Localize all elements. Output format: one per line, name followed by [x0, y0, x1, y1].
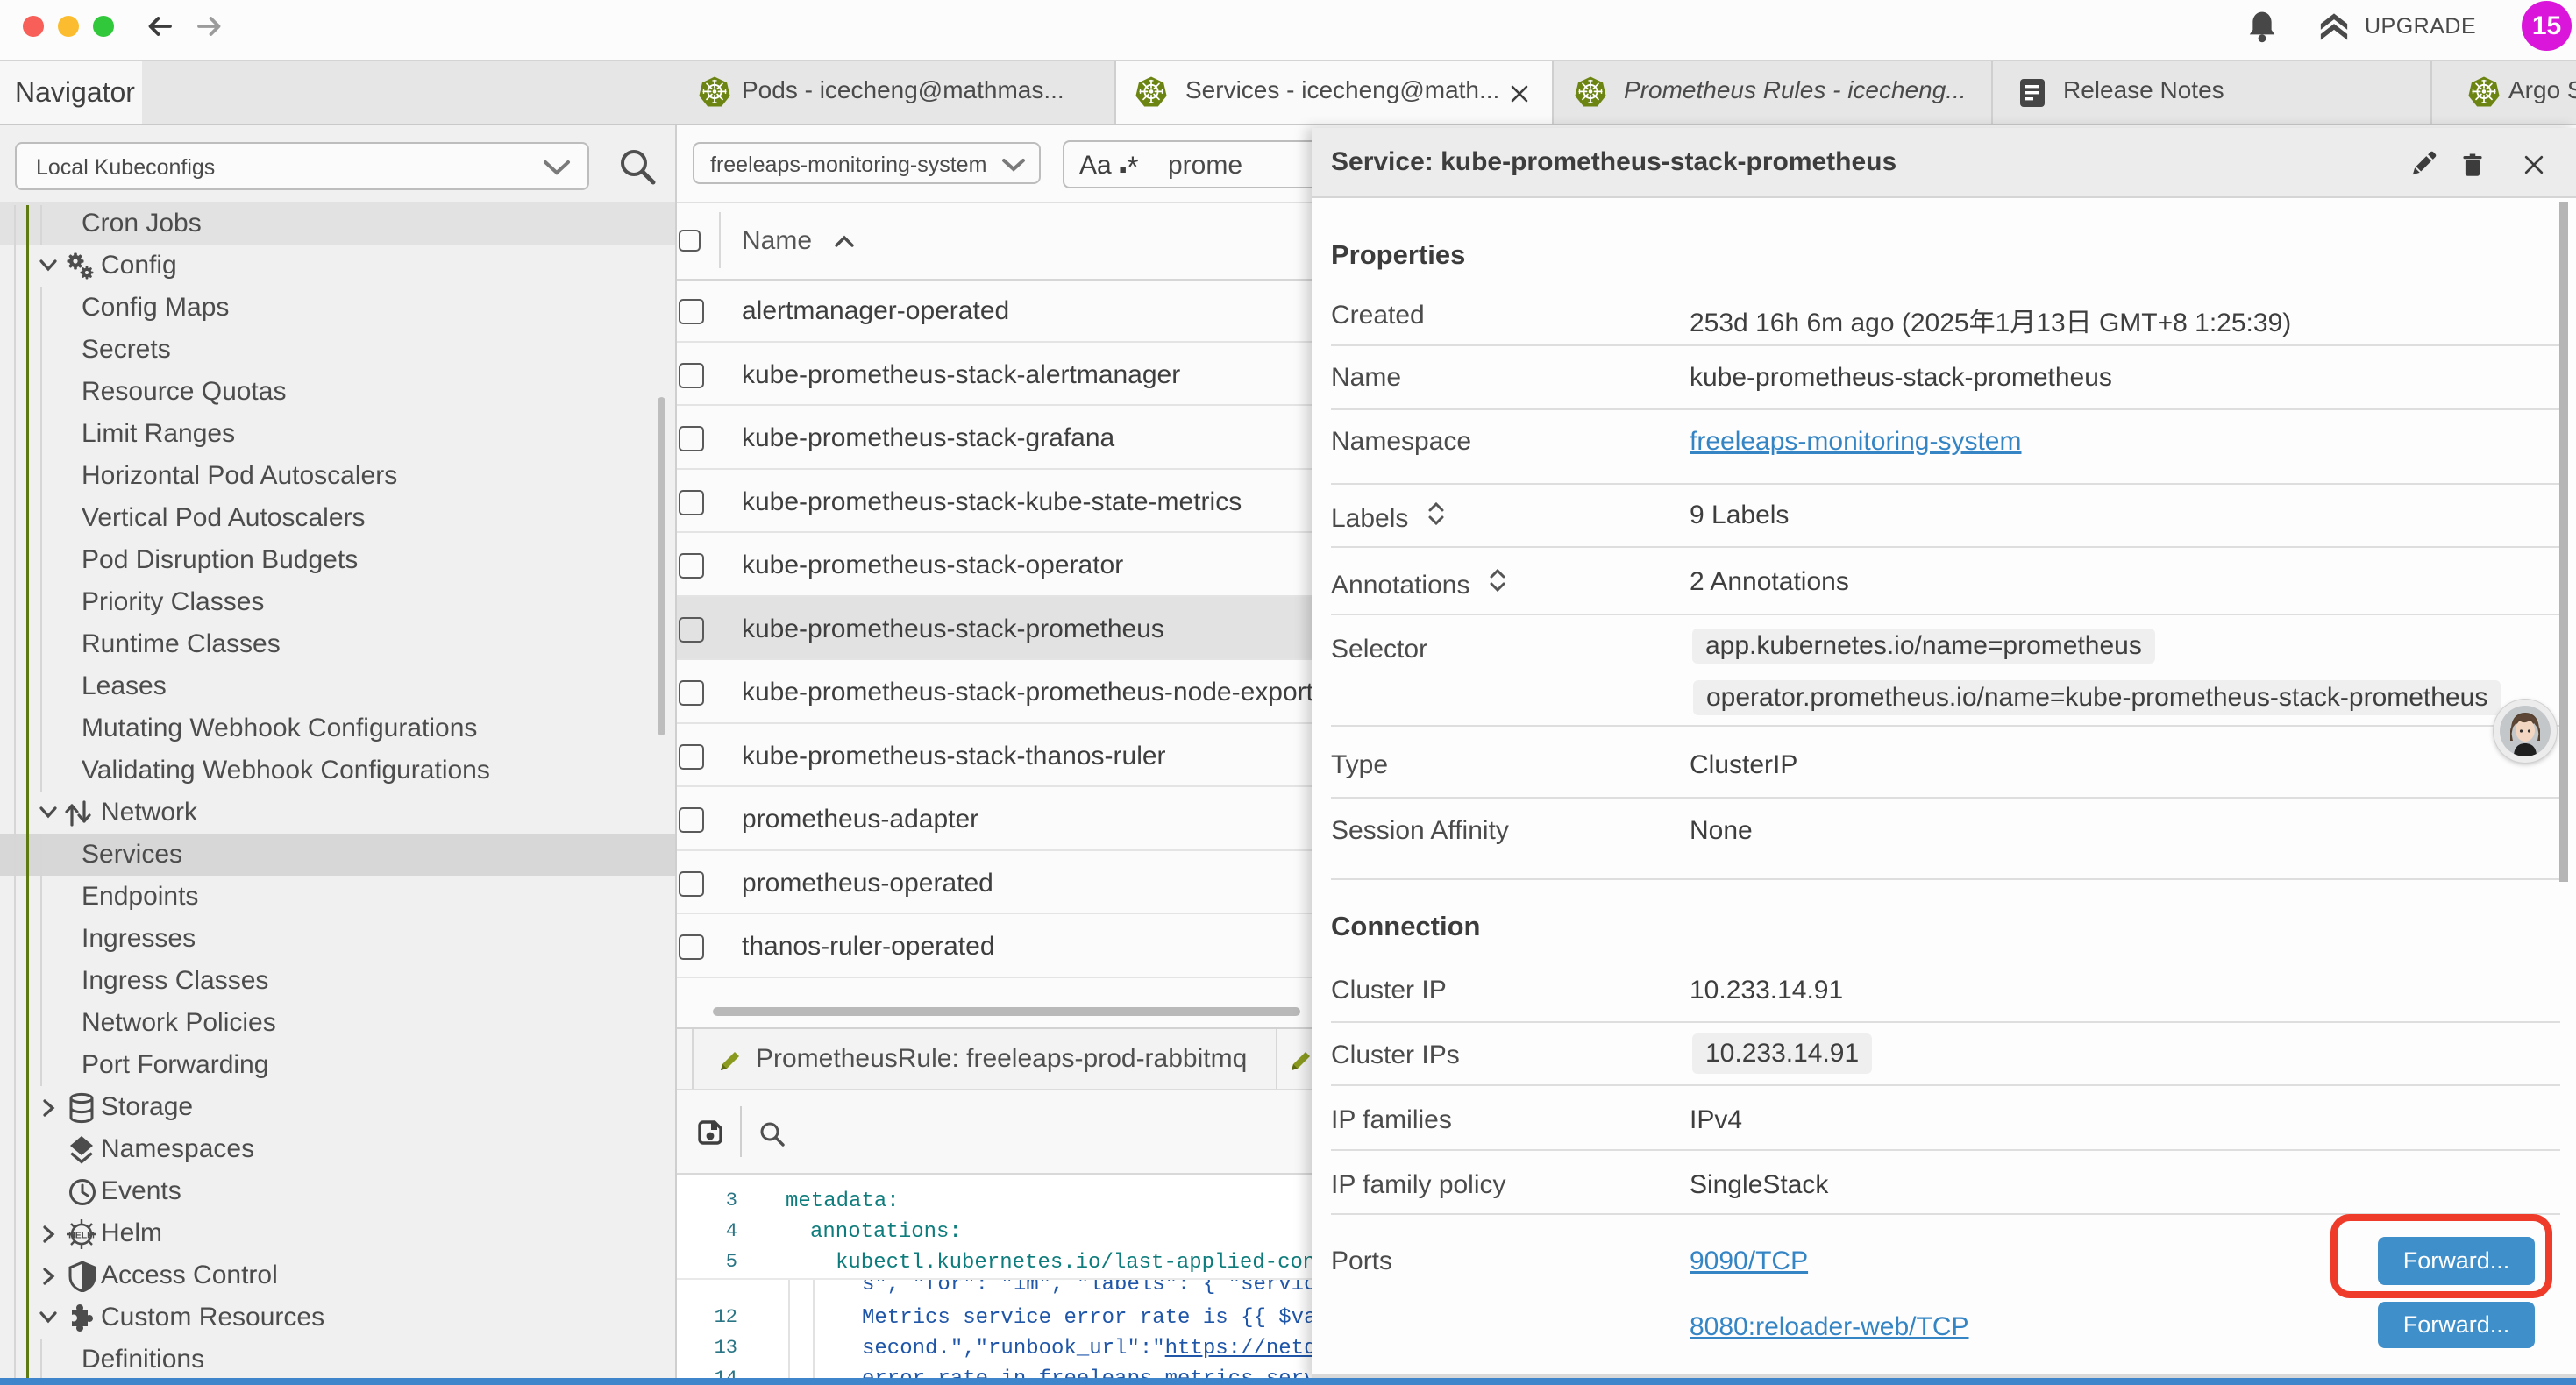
svg-text:HELM: HELM: [68, 1231, 95, 1241]
